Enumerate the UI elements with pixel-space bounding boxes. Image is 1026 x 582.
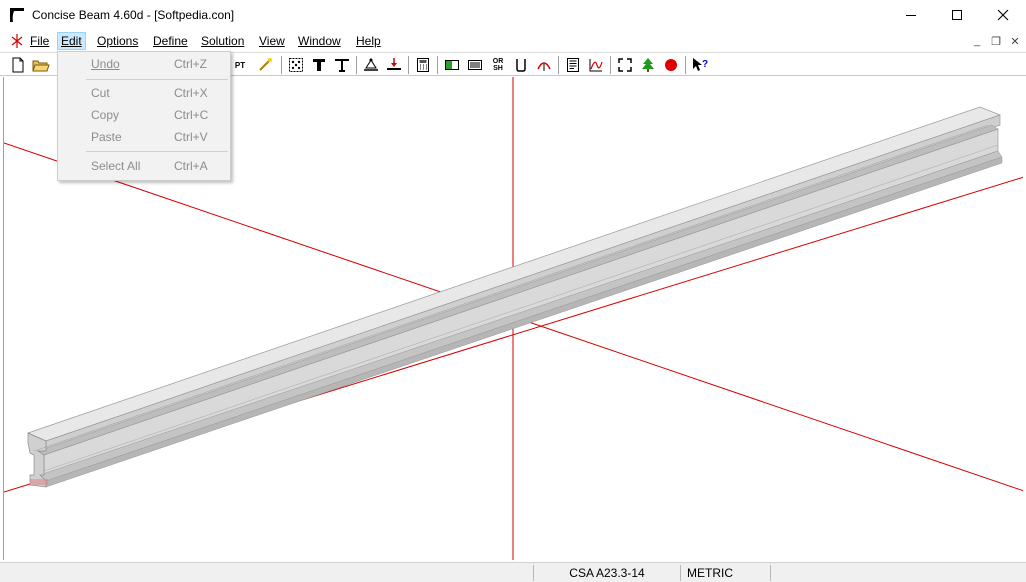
document-icon[interactable]: [10, 33, 24, 49]
status-bar: CSA A23.3-14 METRIC: [0, 562, 1026, 582]
status-design-code: CSA A23.3-14: [533, 565, 680, 581]
menu-help[interactable]: Help: [353, 32, 384, 50]
menu-item-select-all[interactable]: Select All Ctrl+A: [58, 156, 230, 176]
menu-separator: [86, 79, 228, 80]
t-beam-button[interactable]: [309, 55, 329, 75]
report-button[interactable]: [563, 55, 583, 75]
graph-button[interactable]: [586, 55, 606, 75]
support-button[interactable]: [361, 55, 381, 75]
record-button[interactable]: [661, 55, 681, 75]
zoom-extents-button[interactable]: [615, 55, 635, 75]
close-icon: [997, 9, 1009, 21]
moment-icon: [468, 60, 482, 70]
moment-button[interactable]: [465, 55, 485, 75]
menu-edit[interactable]: Edit: [57, 32, 86, 50]
minimize-button[interactable]: [888, 0, 934, 30]
menu-solution[interactable]: Solution: [198, 32, 247, 50]
toolbar-separator: [408, 56, 409, 74]
menu-file[interactable]: File: [27, 32, 52, 50]
or-sh-icon: OR SH: [492, 58, 504, 72]
calculator-button[interactable]: [413, 55, 433, 75]
menu-item-cut[interactable]: Cut Ctrl+X: [58, 83, 230, 103]
wand-icon: [259, 58, 272, 71]
doc-restore-button[interactable]: ❐: [987, 34, 1005, 48]
open-button[interactable]: [31, 55, 51, 75]
menu-item-undo[interactable]: Undo Ctrl+Z: [58, 54, 230, 74]
section-dots-icon: [289, 58, 303, 72]
doc-restore-icon: ❐: [991, 35, 1001, 48]
new-file-button[interactable]: [8, 55, 28, 75]
menu-item-paste[interactable]: Paste Ctrl+V: [58, 127, 230, 147]
new-file-icon: [12, 57, 24, 73]
menu-define[interactable]: Define: [150, 32, 191, 50]
doc-close-button[interactable]: ✕: [1006, 34, 1024, 48]
help-pointer-icon: ?: [693, 58, 708, 71]
status-units: METRIC: [680, 565, 770, 581]
status-message: [0, 565, 533, 581]
expand-icon: [618, 58, 632, 72]
record-icon: [665, 59, 677, 71]
context-help-button[interactable]: ?: [690, 55, 710, 75]
shear-button[interactable]: [442, 55, 462, 75]
beam-end-section: [27, 432, 47, 488]
report-icon: [567, 58, 579, 72]
toolbar-separator: [437, 56, 438, 74]
title-bar[interactable]: Concise Beam 4.60d - [Softpedia.con]: [0, 0, 1026, 30]
status-extra: [770, 565, 1026, 581]
t-beam-icon: [313, 59, 325, 71]
edit-menu-dropdown: Undo Ctrl+Z Cut Ctrl+X Copy Ctrl+C Paste…: [57, 51, 231, 181]
menu-item-copy[interactable]: Copy Ctrl+C: [58, 105, 230, 125]
doc-close-icon: ✕: [1010, 35, 1020, 48]
tree-button[interactable]: [638, 55, 658, 75]
load-icon: [387, 58, 401, 70]
load-button[interactable]: [384, 55, 404, 75]
section-button[interactable]: [286, 55, 306, 75]
shear-icon: [445, 60, 459, 70]
menu-view[interactable]: View: [256, 32, 288, 50]
pt-button[interactable]: PT: [229, 55, 251, 75]
graph-icon: [589, 59, 603, 72]
maximize-button[interactable]: [934, 0, 980, 30]
menu-bar: File Edit Options Define Solution View W…: [0, 30, 1026, 52]
minimize-icon: [906, 15, 916, 16]
toolbar-separator: [685, 56, 686, 74]
app-logo-icon: [10, 8, 24, 22]
doc-minimize-button[interactable]: _: [968, 34, 986, 48]
toolbar-separator: [356, 56, 357, 74]
close-button[interactable]: [980, 0, 1026, 30]
doc-minimize-icon: _: [973, 35, 981, 47]
menu-options[interactable]: Options: [94, 32, 141, 50]
deflection-icon: [537, 62, 551, 71]
menu-window[interactable]: Window: [295, 32, 344, 50]
wand-button[interactable]: [255, 55, 275, 75]
menu-separator: [86, 151, 228, 152]
toolbar-separator: [558, 56, 559, 74]
window-title: Concise Beam 4.60d - [Softpedia.con]: [32, 8, 235, 22]
stirrup-button[interactable]: [511, 55, 531, 75]
calculator-icon: [417, 58, 429, 72]
pt-icon: PT: [234, 60, 246, 70]
toolbar-separator: [610, 56, 611, 74]
inverted-t-icon: [335, 59, 349, 72]
toolbar-separator: [281, 56, 282, 74]
maximize-icon: [952, 10, 962, 20]
or-sh-button[interactable]: OR SH: [488, 55, 508, 75]
deflection-button[interactable]: [534, 55, 554, 75]
tree-icon: [642, 58, 654, 72]
support-icon: [364, 58, 378, 71]
open-folder-icon: [32, 60, 50, 72]
inverted-t-button[interactable]: [332, 55, 352, 75]
u-stirrup-icon: [516, 59, 526, 72]
svg-text:?: ?: [702, 59, 708, 70]
